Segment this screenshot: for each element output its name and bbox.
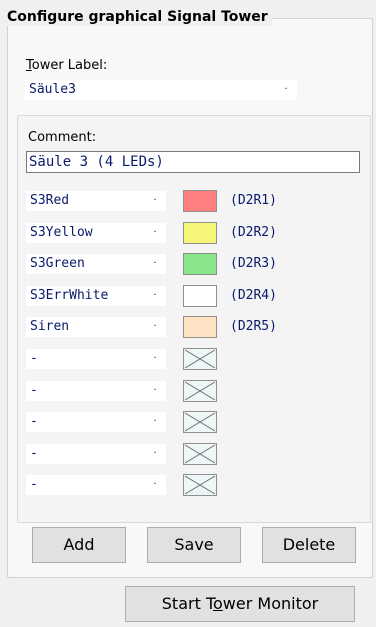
delete-button[interactable]: Delete — [262, 527, 356, 563]
add-button[interactable]: Add — [32, 527, 126, 563]
signal-value: S3Yellow — [30, 225, 93, 240]
dropdown-arrow-icon[interactable]: · — [144, 317, 166, 337]
cross-icon — [184, 444, 216, 464]
monitor-label-accel: o — [213, 594, 223, 613]
empty-slot-icon[interactable] — [183, 443, 217, 465]
led-color-swatch[interactable] — [183, 253, 217, 275]
led-reference: (D2R3) — [230, 256, 277, 271]
led-reference: (D2R1) — [230, 193, 277, 208]
signal-value: S3Red — [30, 193, 70, 208]
led-reference: (D2R2) — [230, 225, 277, 240]
signal-select[interactable]: S3Green · — [26, 254, 166, 274]
dropdown-arrow-icon[interactable]: · — [275, 80, 297, 100]
comment-field[interactable]: Säule 3 (4 LEDs) — [26, 151, 360, 173]
dropdown-arrow-icon[interactable]: · — [144, 191, 166, 211]
signal-select[interactable]: S3Yellow · — [26, 223, 166, 243]
empty-slot-icon[interactable] — [183, 348, 217, 370]
signal-value: - — [30, 414, 38, 429]
save-button[interactable]: Save — [147, 527, 241, 563]
dropdown-arrow-icon[interactable]: · — [144, 412, 166, 432]
led-reference: (D2R4) — [230, 288, 277, 303]
dropdown-arrow-icon[interactable]: · — [144, 444, 166, 464]
empty-slot-icon[interactable] — [183, 411, 217, 433]
cross-icon — [184, 349, 216, 369]
signal-value: S3ErrWhite — [30, 288, 109, 303]
dropdown-arrow-icon[interactable]: · — [144, 286, 166, 306]
led-reference: (D2R5) — [230, 319, 277, 334]
dropdown-arrow-icon[interactable]: · — [144, 475, 166, 495]
signal-select[interactable]: - · — [26, 412, 166, 432]
signal-select[interactable]: - · — [26, 349, 166, 369]
cross-icon — [184, 412, 216, 432]
monitor-label-prefix: Start T — [161, 594, 213, 613]
comment-label: Comment: — [28, 130, 97, 145]
signal-value: - — [30, 383, 38, 398]
signal-select[interactable]: - · — [26, 475, 166, 495]
signal-value: - — [30, 446, 38, 461]
led-color-swatch[interactable] — [183, 190, 217, 212]
empty-slot-icon[interactable] — [183, 380, 217, 402]
tower-label-value: Säule3 — [29, 82, 76, 97]
signal-select[interactable]: Siren · — [26, 317, 166, 337]
cross-icon — [184, 475, 216, 495]
led-color-swatch[interactable] — [183, 222, 217, 244]
tower-label-select[interactable]: Säule3 · — [25, 80, 297, 100]
signal-value: S3Green — [30, 256, 85, 271]
signal-value: Siren — [30, 319, 70, 334]
signal-select[interactable]: - · — [26, 444, 166, 464]
group-title: Configure graphical Signal Tower — [7, 9, 272, 26]
signal-select[interactable]: - · — [26, 381, 166, 401]
led-color-swatch[interactable] — [183, 316, 217, 338]
cross-icon — [184, 381, 216, 401]
led-color-swatch[interactable] — [183, 285, 217, 307]
signal-select[interactable]: S3ErrWhite · — [26, 286, 166, 306]
start-tower-monitor-button[interactable]: Start Tower Monitor — [125, 586, 355, 622]
monitor-label-rest: wer Monitor — [222, 594, 319, 613]
dropdown-arrow-icon[interactable]: · — [144, 349, 166, 369]
signal-value: - — [30, 351, 38, 366]
tower-label-rest: ower Label: — [31, 58, 108, 73]
dropdown-arrow-icon[interactable]: · — [144, 381, 166, 401]
dropdown-arrow-icon[interactable]: · — [144, 223, 166, 243]
empty-slot-icon[interactable] — [183, 474, 217, 496]
tower-label-caption: Tower Label: — [26, 58, 107, 74]
signal-value: - — [30, 477, 38, 492]
dropdown-arrow-icon[interactable]: · — [144, 254, 166, 274]
signal-select[interactable]: S3Red · — [26, 191, 166, 211]
